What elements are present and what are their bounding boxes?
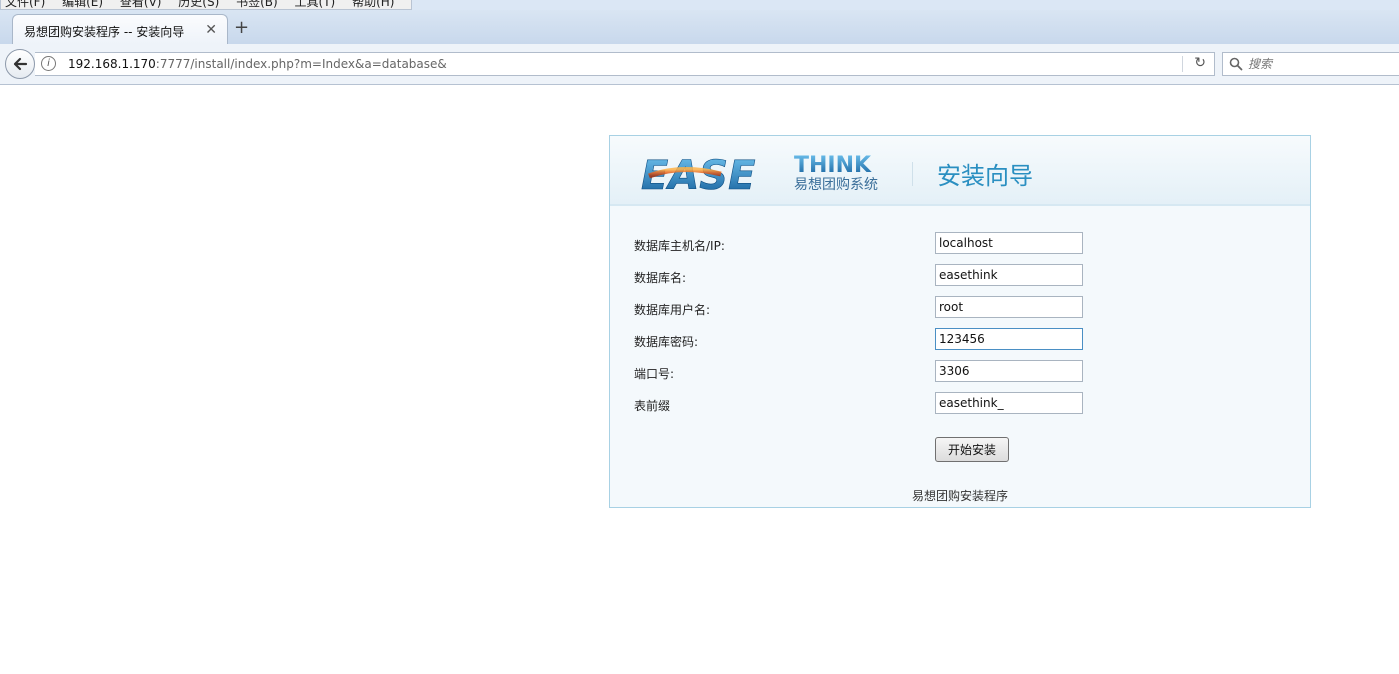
tab-strip: 易想团购安装程序 -- 安装向导 ✕ + — [0, 10, 1399, 44]
start-install-button[interactable]: 开始安装 — [935, 437, 1009, 462]
navigation-bar: i 192.168.1.170:7777/install/index.php?m… — [0, 44, 1399, 85]
easethink-logo: EASE THINK 易想团购系统 — [641, 154, 878, 194]
back-arrow-icon — [13, 57, 28, 71]
form-row-db-host: 数据库主机名/IP: — [610, 232, 1310, 256]
address-bar[interactable]: i 192.168.1.170:7777/install/index.php?m… — [35, 52, 1215, 76]
db-password-input[interactable] — [935, 328, 1083, 350]
site-info-icon[interactable]: i — [41, 56, 56, 71]
install-panel: EASE THINK 易想团购系统 安装向导 数据库主机名/IP: 数据库名: … — [609, 135, 1311, 508]
page-title: 安装向导 — [937, 162, 1033, 190]
url-path: :7777/install/index.php?m=Index&a=databa… — [155, 57, 447, 71]
reload-icon[interactable]: ↻ — [1194, 55, 1206, 71]
table-prefix-label: 表前缀 — [634, 399, 671, 413]
form-row-table-prefix: 表前缀 — [610, 392, 1310, 416]
menu-file[interactable]: 文件(F) — [5, 0, 45, 9]
search-icon — [1229, 57, 1243, 71]
header-divider — [912, 162, 913, 186]
url-text[interactable]: 192.168.1.170:7777/install/index.php?m=I… — [68, 57, 447, 71]
form-row-db-name: 数据库名: — [610, 264, 1310, 288]
menu-bookmarks[interactable]: 书签(B) — [236, 0, 278, 9]
back-button[interactable] — [5, 49, 35, 79]
menu-bar: 文件(F) 编辑(E) 查看(V) 历史(S) 书签(B) 工具(T) 帮助(H… — [0, 0, 1399, 10]
menu-items: 文件(F) 编辑(E) 查看(V) 历史(S) 书签(B) 工具(T) 帮助(H… — [0, 0, 413, 10]
menu-help[interactable]: 帮助(H) — [352, 0, 394, 9]
menu-history[interactable]: 历史(S) — [178, 0, 219, 9]
logo-accent: THINK — [794, 154, 872, 178]
menu-edit[interactable]: 编辑(E) — [62, 0, 103, 9]
db-password-label: 数据库密码: — [634, 335, 699, 349]
menu-view[interactable]: 查看(V) — [120, 0, 162, 9]
form-row-db-password: 数据库密码: — [610, 328, 1310, 352]
install-header: EASE THINK 易想团购系统 安装向导 — [610, 136, 1310, 206]
db-port-input[interactable] — [935, 360, 1083, 382]
db-name-input[interactable] — [935, 264, 1083, 286]
search-box[interactable] — [1222, 52, 1399, 76]
table-prefix-input[interactable] — [935, 392, 1083, 414]
url-host: 192.168.1.170 — [68, 57, 156, 71]
install-footer: 易想团购安装程序 — [911, 489, 1008, 503]
db-name-label: 数据库名: — [634, 271, 687, 285]
close-tab-icon[interactable]: ✕ — [205, 22, 217, 38]
db-host-input[interactable] — [935, 232, 1083, 254]
db-port-label: 端口号: — [634, 367, 675, 381]
db-user-input[interactable] — [935, 296, 1083, 318]
form-row-db-port: 端口号: — [610, 360, 1310, 384]
tab-title: 易想团购安装程序 -- 安装向导 — [24, 25, 185, 39]
address-bar-divider — [1182, 56, 1183, 72]
logo-tagline: 易想团购系统 — [794, 177, 878, 193]
new-tab-icon[interactable]: + — [234, 19, 249, 37]
search-input[interactable] — [1248, 56, 1398, 72]
db-user-label: 数据库用户名: — [634, 303, 711, 317]
form-row-db-user: 数据库用户名: — [610, 296, 1310, 320]
menu-tools[interactable]: 工具(T) — [295, 0, 336, 9]
browser-tab[interactable]: 易想团购安装程序 -- 安装向导 ✕ — [12, 14, 228, 44]
db-host-label: 数据库主机名/IP: — [634, 239, 725, 253]
